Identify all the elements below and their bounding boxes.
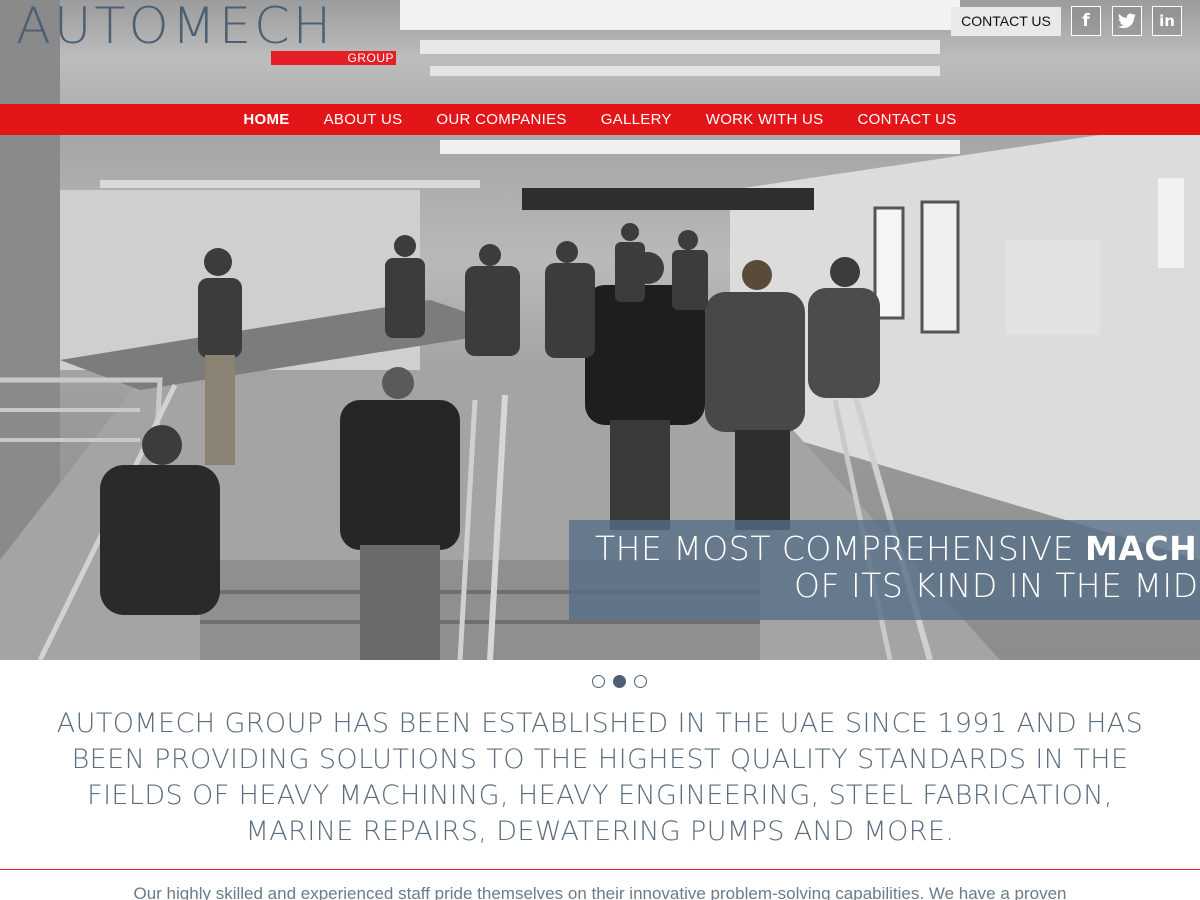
intro-body-text: Our highly skilled and experienced staff… — [133, 884, 1067, 900]
facebook-icon: f — [1082, 11, 1090, 31]
hero-caption-line-2: OF ITS KIND IN THE MID — [794, 566, 1199, 605]
logo-wordmark: AUTOMECH — [16, 0, 335, 55]
header-contact-button[interactable]: CONTACT US — [951, 7, 1061, 36]
nav-item-gallery[interactable]: GALLERY — [584, 104, 689, 135]
facebook-link[interactable]: f — [1071, 6, 1101, 36]
logo-group-label: GROUP — [347, 51, 394, 65]
automech-group-logo[interactable]: AUTOMECH GROUP — [16, 0, 398, 66]
linkedin-link[interactable]: in — [1152, 6, 1182, 36]
slider-pagination — [592, 675, 647, 688]
linkedin-icon: in — [1159, 12, 1175, 30]
main-navigation: HOME ABOUT US OUR COMPANIES GALLERY WORK… — [0, 104, 1200, 135]
nav-item-work-with-us[interactable]: WORK WITH US — [689, 104, 841, 135]
intro-statement: AUTOMECH GROUP HAS BEEN ESTABLISHED IN T… — [56, 708, 1144, 847]
slider-dot-1[interactable] — [592, 675, 605, 688]
twitter-link[interactable] — [1112, 6, 1142, 36]
hero-caption-line-1-text: THE MOST COMPREHENSIVE — [595, 529, 1085, 568]
hero-caption: THE MOST COMPREHENSIVE MACH OF ITS KIND … — [569, 520, 1200, 620]
nav-item-about-us[interactable]: ABOUT US — [307, 104, 420, 135]
hero-caption-line-1: THE MOST COMPREHENSIVE MACH — [595, 529, 1197, 568]
hero-caption-line-1-bold: MACH — [1084, 529, 1198, 568]
nav-item-home[interactable]: HOME — [226, 104, 306, 135]
nav-item-contact-us[interactable]: CONTACT US — [841, 104, 974, 135]
logo-red-bar: GROUP — [271, 51, 396, 65]
slider-dot-3[interactable] — [634, 675, 647, 688]
section-divider — [0, 869, 1200, 870]
twitter-icon — [1118, 13, 1136, 29]
nav-item-our-companies[interactable]: OUR COMPANIES — [419, 104, 583, 135]
slider-dot-2[interactable] — [613, 675, 626, 688]
